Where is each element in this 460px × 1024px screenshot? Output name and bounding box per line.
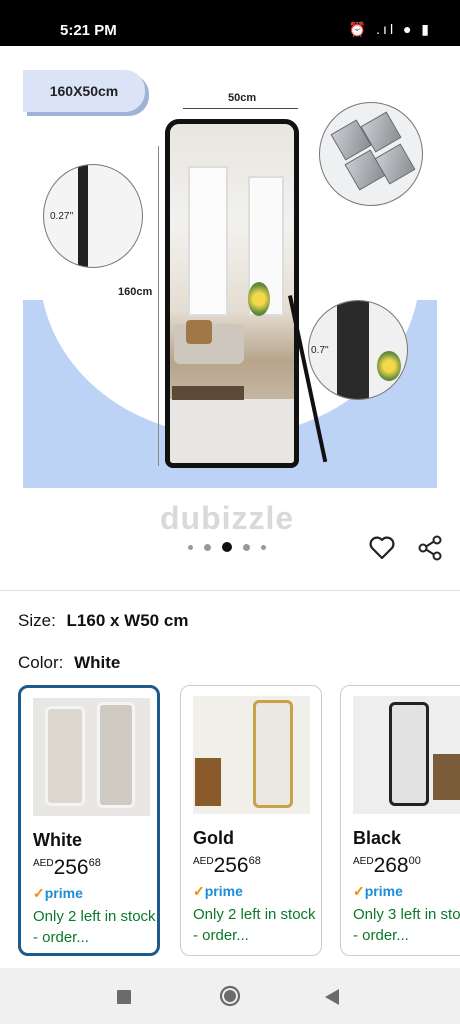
prime-check-icon: ✓ xyxy=(193,883,205,899)
profile-block xyxy=(374,143,416,185)
prime-badge: ✓prime xyxy=(193,883,243,900)
thumb-mirror xyxy=(97,702,135,808)
frame-edge xyxy=(78,165,88,267)
variant-thumbnail xyxy=(193,696,310,814)
variant-thumbnail xyxy=(33,698,150,816)
thumb-shelf xyxy=(195,758,221,806)
stock-status: Only 2 left in stock - order... xyxy=(193,906,316,944)
mirror-plant xyxy=(248,282,270,316)
watermark: dubizzle xyxy=(160,500,295,536)
height-dimension-label: 160cm xyxy=(118,286,153,298)
mirror-image xyxy=(165,119,299,468)
height-dimension-line xyxy=(158,146,159,466)
thickness-detail-circle-1: 0.27'' xyxy=(43,164,143,268)
back-button[interactable] xyxy=(325,989,339,1010)
width-dimension-label: 50cm xyxy=(228,92,257,104)
status-bar: 5:21 PM ⏰ .ıl ● ▮ xyxy=(0,0,460,46)
thickness-detail-circle-2: 0.7'' xyxy=(308,300,408,400)
color-label: Color: xyxy=(18,653,64,672)
size-tag: 160X50cm xyxy=(23,70,145,112)
variant-name: Gold xyxy=(193,828,234,848)
thickness-label-2: 0.7'' xyxy=(311,345,329,356)
prime-badge: ✓prime xyxy=(353,883,403,900)
color-row: Color: White xyxy=(18,653,120,673)
variant-price: AED26800 xyxy=(353,854,421,878)
variant-price: AED25668 xyxy=(193,854,261,878)
price-fraction: 00 xyxy=(408,855,421,867)
section-divider xyxy=(0,590,460,591)
prime-badge: ✓prime xyxy=(33,885,83,902)
status-icons: ⏰ .ıl ● ▮ xyxy=(348,21,432,37)
carousel-dot[interactable] xyxy=(261,544,266,550)
price-currency: AED xyxy=(353,856,374,867)
frame-edge xyxy=(337,301,369,399)
prime-check-icon: ✓ xyxy=(353,883,365,899)
size-row: Size: L160 x W50 cm xyxy=(18,611,188,631)
share-icon[interactable] xyxy=(416,534,444,562)
variant-card-black[interactable]: Black AED26800 ✓prime Only 3 left in sto… xyxy=(340,685,460,956)
carousel-dot[interactable] xyxy=(188,544,193,550)
stock-status: Only 2 left in stock - order... xyxy=(33,908,156,946)
product-image-carousel[interactable]: 160X50cm 50cm 160cm 0.27'' 0.7'' dubizzl… xyxy=(0,46,460,586)
prime-check-icon: ✓ xyxy=(33,885,45,901)
carousel-dot[interactable] xyxy=(204,543,211,551)
flower-vase xyxy=(377,351,401,381)
carousel-dot[interactable] xyxy=(243,543,250,551)
prime-label: prime xyxy=(204,883,243,899)
carousel-dots xyxy=(188,542,266,552)
variant-price: AED25668 xyxy=(33,856,101,880)
mirror-pillow xyxy=(186,320,212,344)
thickness-label-1: 0.27'' xyxy=(50,211,74,222)
width-dimension-line xyxy=(183,108,298,109)
thumb-mirror xyxy=(389,702,429,806)
heart-icon[interactable] xyxy=(368,534,396,562)
profile-detail-circle xyxy=(319,102,423,206)
mirror-floor xyxy=(170,399,294,463)
variant-thumbnail xyxy=(353,696,460,814)
prime-label: prime xyxy=(364,883,403,899)
thumb-mirror xyxy=(253,700,293,808)
thumb-mirror xyxy=(45,706,85,806)
variant-card-gold[interactable]: Gold AED25668 ✓prime Only 2 left in stoc… xyxy=(180,685,322,956)
prime-label: prime xyxy=(44,885,83,901)
size-value: L160 x W50 cm xyxy=(66,611,189,630)
price-whole: 256 xyxy=(53,856,89,879)
thumb-table xyxy=(433,754,460,800)
price-currency: AED xyxy=(193,856,214,867)
price-currency: AED xyxy=(33,858,54,869)
status-time: 5:21 PM xyxy=(60,22,117,39)
mirror-table xyxy=(172,386,244,400)
stock-status: Only 3 left in stock - order... xyxy=(353,906,460,944)
variant-card-white[interactable]: White AED25668 ✓prime Only 2 left in sto… xyxy=(18,685,160,956)
home-button[interactable] xyxy=(219,985,241,1012)
mirror-window xyxy=(188,166,228,316)
color-value: White xyxy=(74,653,121,672)
carousel-dot-active[interactable] xyxy=(222,542,232,552)
variant-name: Black xyxy=(353,828,402,848)
price-whole: 268 xyxy=(373,854,409,877)
size-label: Size: xyxy=(18,611,56,630)
price-fraction: 68 xyxy=(248,855,261,867)
price-fraction: 68 xyxy=(88,857,101,869)
price-whole: 256 xyxy=(213,854,249,877)
system-nav-bar xyxy=(0,968,460,1024)
variant-name: White xyxy=(33,830,82,850)
recent-apps-button[interactable] xyxy=(117,990,131,1009)
